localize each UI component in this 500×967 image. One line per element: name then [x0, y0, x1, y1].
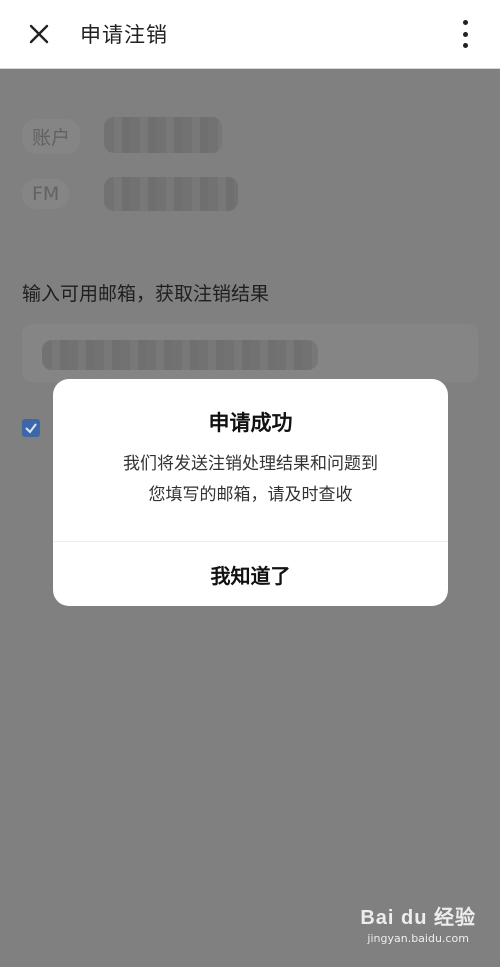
dialog-title: 申请成功	[208, 411, 293, 435]
email-value-redacted	[42, 340, 318, 370]
dialog-message-line1: 我们将发送注销处理结果和问题到	[123, 454, 378, 474]
page-title: 申请注销	[80, 23, 168, 47]
close-button[interactable]	[26, 21, 52, 47]
dialog-message-line2: 您填写的邮箱，请及时查收	[148, 485, 353, 505]
dialog-confirm-button[interactable]: 我知道了	[53, 542, 448, 606]
account-value-redacted	[104, 117, 222, 153]
account-label: 账户	[22, 119, 81, 154]
top-app-bar: 申请注销	[0, 0, 500, 69]
check-icon	[25, 423, 37, 434]
fm-label: FM	[22, 179, 70, 209]
agreement-checkbox[interactable]	[22, 419, 40, 437]
close-icon	[29, 24, 49, 44]
email-field[interactable]	[22, 324, 478, 382]
watermark-url: jingyan.baidu.com	[367, 932, 469, 945]
baidu-jingyan-watermark: Bai du 经验 jingyan.baidu.com	[360, 901, 476, 945]
more-vertical-icon	[462, 20, 468, 25]
fm-value-redacted	[104, 177, 238, 211]
success-dialog: 申请成功 我们将发送注销处理结果和问题到 您填写的邮箱，请及时查收 我知道了	[53, 379, 448, 606]
dialog-message: 我们将发送注销处理结果和问题到 您填写的邮箱，请及时查收	[53, 449, 448, 511]
watermark-logo: Bai du 经验	[360, 907, 476, 929]
email-prompt-text: 输入可用邮箱，获取注销结果	[22, 283, 270, 305]
more-options-button[interactable]	[460, 20, 470, 48]
